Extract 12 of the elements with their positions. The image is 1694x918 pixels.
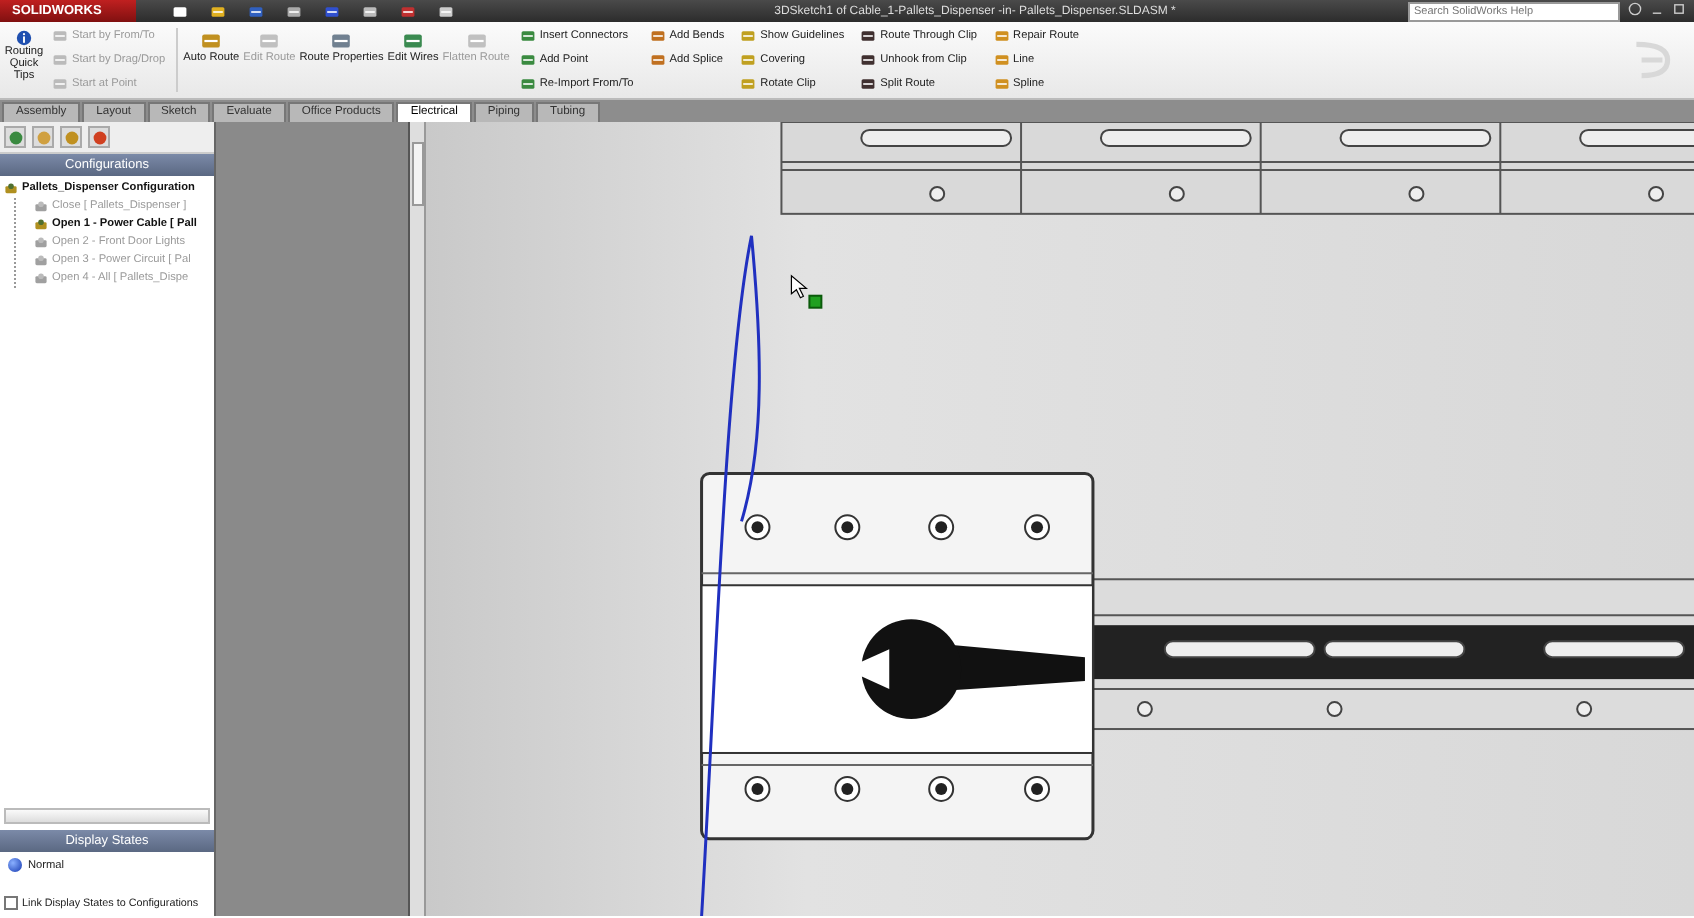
restore-icon [1672,2,1686,16]
panel-tab[interactable] [4,126,26,148]
scrollbar[interactable] [4,808,210,825]
endpoint-marker [808,294,823,309]
panel-tab[interactable] [88,126,110,148]
panel-tab[interactable] [32,126,54,148]
scrollbar[interactable] [411,142,423,206]
cursor-icon [790,274,809,299]
info-icon [16,30,32,46]
display-state-icon [8,858,22,873]
help-icon [1628,2,1642,16]
panel-tab[interactable] [60,126,82,148]
